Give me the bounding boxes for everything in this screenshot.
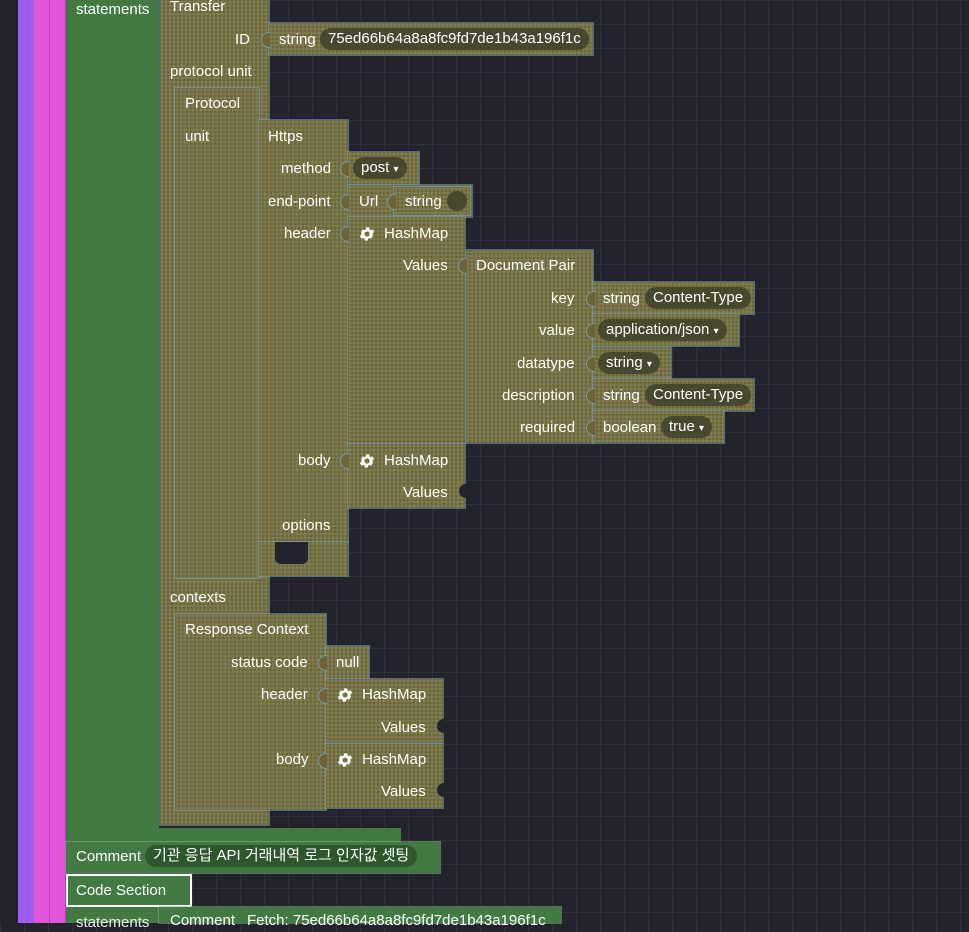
https-title: Https [268, 128, 304, 145]
url-type: string [405, 193, 442, 210]
input-connector [318, 753, 327, 769]
input-connector [318, 655, 327, 671]
transfer-id-type: string [279, 31, 316, 48]
protocol-unit-label: protocol unit [170, 63, 252, 80]
key-field[interactable]: Content-Type [645, 287, 752, 309]
fetch-comment-label: Comment [170, 912, 236, 929]
input-connector [586, 388, 595, 404]
response-body-hashmap-title: HashMap [362, 751, 427, 768]
method-value: post [361, 159, 390, 176]
response-header-label: header [261, 686, 308, 703]
header-hashmap-title: HashMap [384, 225, 449, 242]
statements-block-bottom [159, 828, 401, 842]
header-hashmap-block[interactable] [347, 216, 466, 444]
parent-block-stripe-magenta [34, 0, 50, 923]
protocol-unit-field-label: unit [185, 128, 210, 145]
response-context-block[interactable] [174, 613, 327, 811]
values-input-slot[interactable] [437, 719, 445, 733]
description-label: description [502, 387, 575, 404]
contexts-label: contexts [170, 589, 226, 606]
gear-icon[interactable] [336, 686, 354, 704]
document-pair-title: Document Pair [476, 257, 576, 274]
description-field[interactable]: Content-Type [645, 384, 752, 406]
url-label: Url [359, 193, 379, 210]
input-connector [340, 226, 349, 242]
input-connector [340, 453, 349, 469]
required-dropdown[interactable]: true ▾ [661, 416, 713, 438]
canvas-margin [0, 0, 18, 923]
input-connector [340, 194, 349, 210]
protocol-title: Protocol [185, 95, 241, 112]
input-connector [318, 688, 327, 704]
transfer-id-field[interactable]: 75ed66b64a8a8fc9fd7de1b43a196f1c [320, 28, 589, 50]
required-type: boolean [603, 419, 657, 436]
value-value: application/json [606, 321, 710, 338]
values-input-slot[interactable] [437, 783, 445, 797]
required-value: true [669, 418, 695, 435]
response-body-values-label: Values [381, 783, 426, 800]
description-type: string [603, 387, 640, 404]
fetch-comment-text[interactable]: Fetch: 75ed66b64a8a8fc9fd7de1b43a196f1c [247, 912, 546, 930]
status-code-label: status code [231, 654, 308, 671]
dropdown-arrow-icon: ▾ [713, 326, 719, 337]
options-label: options [282, 517, 331, 534]
body-hashmap-title: HashMap [384, 452, 449, 469]
parent-block-stripe-purple [18, 0, 34, 923]
input-connector [387, 194, 396, 210]
input-connector [586, 420, 595, 436]
document-pair-block[interactable] [465, 249, 594, 444]
datatype-dropdown[interactable]: string ▾ [598, 352, 660, 374]
method-label: method [281, 160, 332, 177]
code-section-label: Code Section [76, 882, 167, 899]
value-label: value [539, 322, 575, 339]
response-body-label: body [276, 751, 309, 768]
required-label: required [520, 419, 576, 436]
dropdown-arrow-icon: ▾ [393, 164, 399, 175]
values-input-slot[interactable] [459, 484, 467, 498]
response-header-hashmap-title: HashMap [362, 686, 427, 703]
transfer-id-label: ID [235, 31, 250, 48]
key-label: key [551, 290, 575, 307]
status-code-value: null [336, 654, 360, 671]
url-value-field[interactable] [447, 191, 467, 211]
input-connector [340, 161, 349, 177]
body-values-label: Values [403, 484, 448, 501]
dropdown-arrow-icon: ▾ [699, 423, 705, 434]
parent-block-stripe-magenta-2 [50, 0, 66, 923]
input-connector [261, 32, 270, 48]
protocol-block[interactable] [174, 87, 260, 579]
header-label: header [284, 225, 331, 242]
comment-label: Comment [76, 848, 142, 865]
statements-label: statements [76, 1, 150, 18]
dropdown-arrow-icon: ▾ [646, 359, 652, 370]
response-context-title: Response Context [185, 621, 309, 638]
header-values-label: Values [403, 257, 448, 274]
input-connector [586, 323, 595, 339]
options-statement-slot [275, 542, 308, 564]
body-label: body [298, 452, 331, 469]
gear-icon[interactable] [358, 452, 376, 470]
input-connector [458, 258, 467, 274]
statements-block[interactable] [66, 0, 159, 842]
response-header-values-label: Values [381, 719, 426, 736]
https-block[interactable] [258, 119, 349, 543]
method-dropdown[interactable]: post ▾ [353, 157, 407, 179]
value-dropdown[interactable]: application/json ▾ [598, 319, 727, 341]
code-section-statements-label: statements [76, 914, 150, 931]
key-type: string [603, 290, 640, 307]
input-connector [586, 356, 595, 372]
gear-icon[interactable] [336, 751, 354, 769]
comment-text-field[interactable]: 기관 응답 API 거래내역 로그 인자값 셋팅 [145, 845, 418, 867]
datatype-label: datatype [517, 355, 575, 372]
datatype-value: string [606, 354, 643, 371]
gear-icon[interactable] [358, 225, 376, 243]
transfer-title: Transfer [170, 0, 226, 15]
input-connector [586, 291, 595, 307]
endpoint-label: end-point [268, 193, 331, 210]
